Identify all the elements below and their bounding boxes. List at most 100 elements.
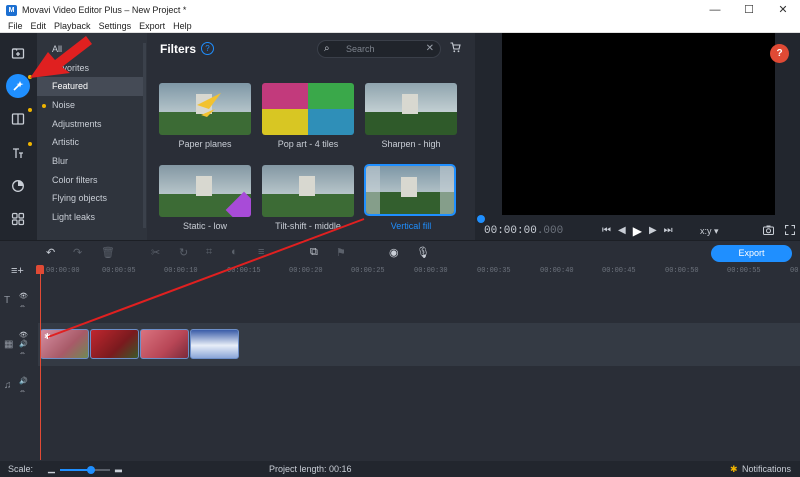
mute-icon[interactable]: 🔊	[19, 341, 28, 349]
category-blur[interactable]: Blur	[37, 152, 143, 171]
undo-icon[interactable]: ↶	[46, 246, 55, 259]
category-flying-objects[interactable]: Flying objects	[37, 189, 143, 208]
app-icon: M	[6, 4, 17, 16]
video-clip-2[interactable]	[90, 329, 139, 359]
preview-panel: ? 00:00:00.000 ⏮ ◀ ▶ ▶ ⏭ x:y ▾	[475, 33, 800, 240]
filter-thumb-sharpen[interactable]	[365, 83, 457, 135]
audio-track: ♫ 🔊 ⇔	[0, 366, 800, 406]
category-adjustments[interactable]: Adjustments	[37, 115, 143, 134]
export-button[interactable]: Export	[711, 245, 792, 262]
fullscreen-icon[interactable]	[784, 224, 796, 238]
menu-help[interactable]: Help	[169, 21, 196, 31]
preview-screen	[502, 33, 775, 215]
video-clip-3[interactable]	[140, 329, 189, 359]
mute-icon[interactable]: 🔊	[19, 378, 28, 386]
notifications-icon[interactable]: ✱	[730, 464, 738, 475]
filters-icon[interactable]	[6, 74, 30, 98]
color-adjust-icon[interactable]: ◐	[231, 246, 238, 258]
step-back-icon[interactable]: ◀	[618, 225, 626, 238]
title-bar: M Movavi Video Editor Plus – New Project…	[0, 0, 800, 20]
close-button[interactable]: ✕	[766, 0, 800, 20]
webcam-icon[interactable]: ◉	[389, 246, 399, 259]
category-color-filters[interactable]: Color filters	[37, 171, 143, 190]
category-artistic[interactable]: Artistic	[37, 133, 143, 152]
zoom-in-icon[interactable]: ▂	[115, 462, 122, 473]
timecode: 00:00:00.000	[484, 225, 564, 237]
filter-thumb-paper-planes[interactable]	[159, 83, 251, 135]
help-button[interactable]: ?	[770, 44, 789, 63]
category-favorites[interactable]: Favorites	[37, 59, 143, 78]
filter-thumb-static[interactable]	[159, 165, 251, 217]
playhead[interactable]	[40, 265, 41, 460]
search-placeholder: Search	[346, 44, 375, 54]
menu-export[interactable]: Export	[135, 21, 169, 31]
preview-scrubber[interactable]	[477, 215, 485, 223]
cart-icon[interactable]	[450, 42, 461, 56]
play-icon[interactable]: ▶	[633, 224, 642, 238]
category-noise[interactable]: Noise	[37, 96, 143, 115]
crop-icon[interactable]: ⌗	[206, 246, 212, 259]
filter-label-pop-art: Pop art - 4 tiles	[277, 139, 339, 149]
zoom-out-icon[interactable]: ▁	[48, 463, 55, 474]
category-all[interactable]: All	[37, 40, 143, 59]
menu-playback[interactable]: Playback	[50, 21, 95, 31]
clear-search-icon[interactable]: ✕	[426, 43, 434, 54]
scale-label: Scale:	[8, 464, 34, 474]
more-tools-icon[interactable]	[6, 207, 30, 231]
category-featured[interactable]: Featured	[37, 77, 143, 96]
search-field[interactable]: ⌕ Search ✕	[317, 40, 441, 58]
go-to-start-icon[interactable]: ⏮	[602, 225, 611, 238]
redo-icon[interactable]: ↷	[73, 246, 82, 259]
menu-bar: File Edit Playback Settings Export Help	[0, 20, 800, 33]
timeline-toolbar: ↶ ↷ 🗑 ✂ ↻ ⌗ ◐ ≡ ⧉ ⚑ ◉ 🎙 Export	[0, 240, 800, 265]
stickers-icon[interactable]	[6, 174, 30, 198]
project-length: Project length: 00:16	[269, 464, 352, 474]
filter-label-vertical-fill: Vertical fill	[390, 221, 432, 231]
titles-icon[interactable]	[6, 141, 30, 165]
video-clip-1[interactable]: ✱	[40, 329, 89, 359]
filter-category-list: All Favorites Featured Noise Adjustments…	[37, 33, 147, 240]
menu-settings[interactable]: Settings	[95, 21, 136, 31]
marker-icon[interactable]: ⚑	[336, 246, 346, 259]
visibility-icon[interactable]: 👁	[19, 293, 28, 301]
add-track-icon[interactable]: ≡+	[11, 265, 24, 277]
rotate-icon[interactable]: ↻	[179, 246, 188, 259]
filter-thumb-pop-art[interactable]	[262, 83, 354, 135]
stabilization-icon[interactable]: ⧉	[310, 246, 318, 259]
menu-file[interactable]: File	[0, 21, 27, 31]
lock-icon[interactable]: ⇔	[19, 350, 26, 358]
category-light-leaks[interactable]: Light leaks	[37, 208, 143, 227]
video-track: ▦ 👁 🔊 ⇔ ✱	[0, 323, 800, 366]
visibility-icon[interactable]: 👁	[19, 332, 28, 340]
new-dot	[42, 104, 46, 108]
menu-edit[interactable]: Edit	[27, 21, 51, 31]
clip-properties-icon[interactable]: ≡	[258, 246, 264, 258]
lock-icon[interactable]: ⇔	[19, 388, 26, 396]
category-scrollbar[interactable]	[143, 43, 146, 228]
notifications-label[interactable]: Notifications	[742, 464, 791, 474]
filter-label-static: Static - low	[182, 221, 227, 231]
video-clip-4[interactable]	[190, 329, 239, 359]
maximize-button[interactable]: ☐	[732, 0, 766, 20]
title-track: T 👁 ⇔	[0, 283, 800, 323]
step-forward-icon[interactable]: ▶	[649, 225, 657, 238]
timeline-ruler[interactable]: ≡+ 00:00:00 00:00:05 00:00:10 00:00:15 0…	[0, 265, 800, 280]
snapshot-icon[interactable]	[763, 225, 774, 238]
filter-thumb-tilt-shift[interactable]	[262, 165, 354, 217]
lock-icon[interactable]: ⇔	[19, 303, 26, 311]
filters-panel: Filters ? ⌕ Search ✕ Paper planes Pop ar…	[147, 33, 475, 240]
minimize-button[interactable]: —	[698, 0, 732, 20]
aspect-ratio-select[interactable]: x:y ▾	[700, 226, 719, 237]
help-icon[interactable]: ?	[201, 42, 214, 55]
title-track-icon: T	[4, 295, 11, 306]
microphone-icon[interactable]: 🎙	[416, 246, 430, 259]
import-icon[interactable]	[6, 41, 30, 65]
filter-label-tilt-shift: Tilt-shift - middle	[275, 221, 341, 231]
scale-slider-knob[interactable]	[87, 466, 95, 474]
filter-thumb-vertical-fill[interactable]	[364, 164, 456, 216]
delete-icon[interactable]: 🗑	[101, 246, 115, 259]
transitions-icon[interactable]	[6, 107, 30, 131]
filters-new-dot	[28, 75, 32, 79]
cut-icon[interactable]: ✂	[151, 246, 160, 259]
go-to-end-icon[interactable]: ⏭	[664, 225, 673, 238]
